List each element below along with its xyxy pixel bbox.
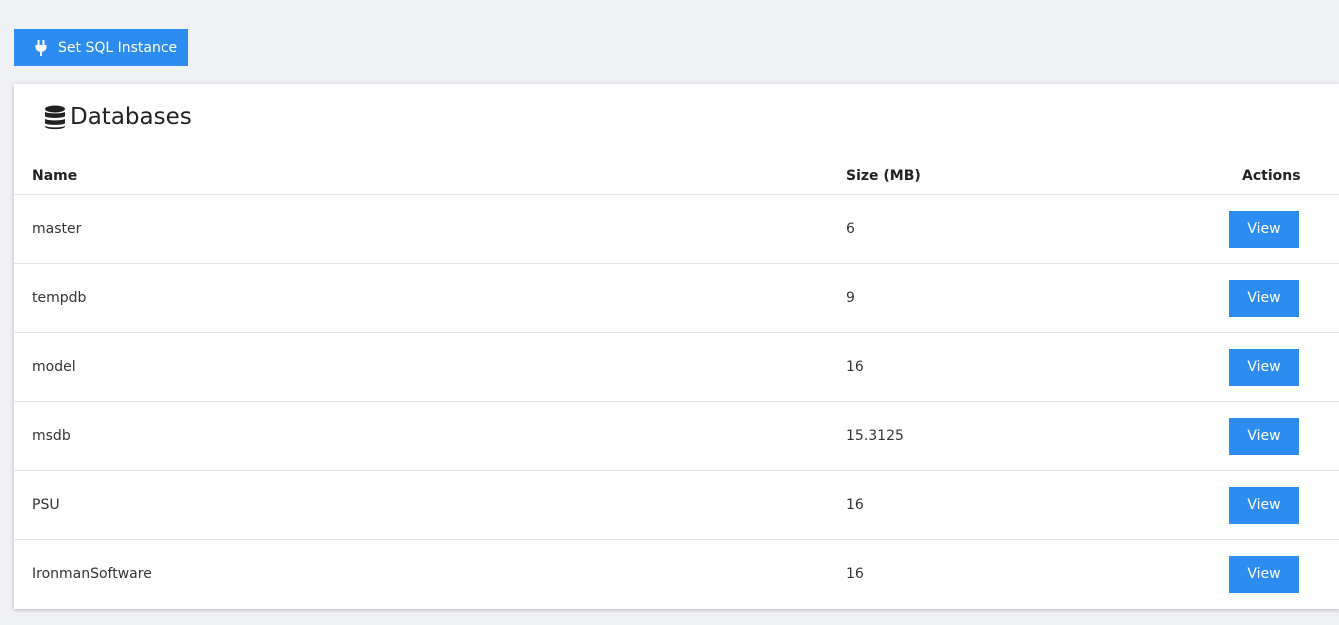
db-name-cell: PSU	[14, 470, 846, 540]
db-actions-cell: View	[1210, 332, 1339, 402]
view-button[interactable]: View	[1229, 279, 1299, 317]
column-header-name[interactable]: Name	[14, 157, 846, 195]
card-title: Databases	[44, 104, 192, 130]
db-name-cell: model	[14, 332, 846, 402]
table-row: PSU 16 View	[14, 470, 1339, 540]
db-actions-cell: View	[1210, 401, 1339, 471]
db-name-cell: tempdb	[14, 263, 846, 333]
db-size-cell: 9	[846, 263, 1210, 333]
view-button[interactable]: View	[1229, 555, 1299, 593]
databases-card: Databases Name Size (MB) Actions master …	[14, 84, 1339, 609]
view-button[interactable]: View	[1229, 348, 1299, 386]
column-header-size[interactable]: Size (MB)	[846, 157, 1210, 195]
card-title-text: Databases	[70, 104, 192, 130]
db-size-cell: 16	[846, 470, 1210, 540]
db-size-cell: 15.3125	[846, 401, 1210, 471]
database-icon	[45, 105, 65, 129]
set-sql-instance-label: Set SQL Instance	[58, 39, 178, 56]
db-name-cell: IronmanSoftware	[32, 566, 152, 582]
db-size-cell: 16	[846, 566, 864, 582]
view-button[interactable]: View	[1229, 210, 1299, 248]
set-sql-instance-button[interactable]: Set SQL Instance	[14, 29, 188, 66]
db-actions-cell: View	[1210, 194, 1339, 264]
view-button[interactable]: View	[1229, 417, 1299, 455]
view-button[interactable]: View	[1229, 486, 1299, 524]
db-actions-cell: View	[1210, 470, 1339, 540]
toolbar: Set SQL Instance	[14, 29, 188, 66]
databases-table: Name Size (MB) Actions master 6 View tem…	[14, 157, 1339, 608]
db-actions-cell: View	[1210, 263, 1339, 333]
db-actions-cell: View	[1210, 540, 1339, 609]
table-row: master 6 View	[14, 194, 1339, 264]
db-size-cell: 16	[846, 332, 1210, 402]
table-row: msdb 15.3125 View	[14, 401, 1339, 471]
db-name-cell: master	[14, 194, 846, 264]
table-row: IronmanSoftware 16 View	[14, 540, 1339, 609]
column-header-actions: Actions	[1210, 157, 1339, 195]
table-header-row: Name Size (MB) Actions	[14, 157, 1339, 195]
table-row: model 16 View	[14, 332, 1339, 402]
table-row: tempdb 9 View	[14, 263, 1339, 333]
plug-icon	[35, 39, 47, 56]
db-name-cell: msdb	[14, 401, 846, 471]
db-size-cell: 6	[846, 194, 1210, 264]
